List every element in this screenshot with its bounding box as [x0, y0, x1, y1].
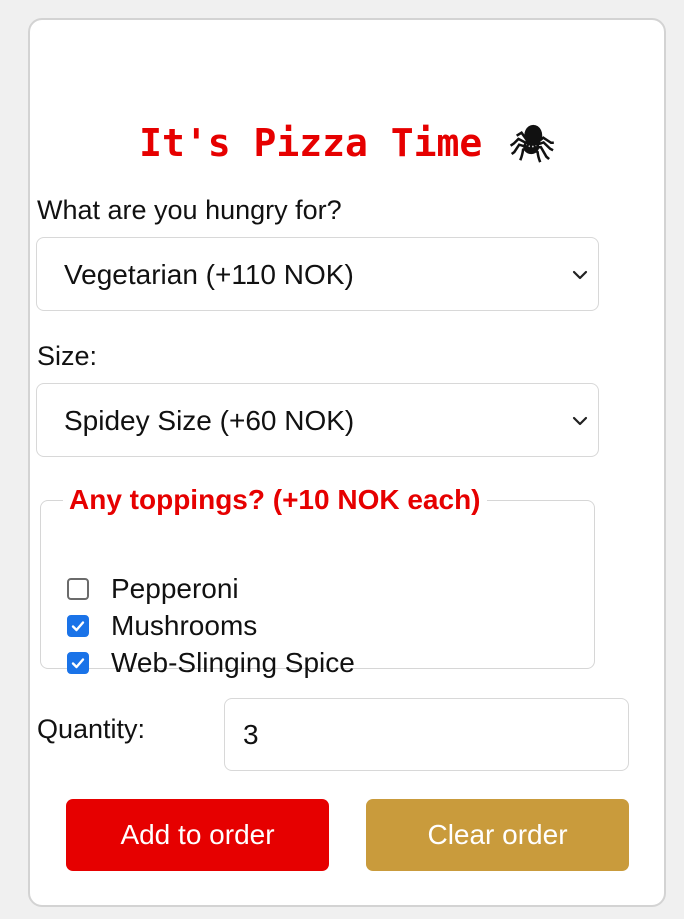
topping-label: Web-Slinging Spice	[111, 647, 355, 678]
chevron-down-icon	[572, 416, 588, 426]
page-title-text: It's Pizza Time	[139, 121, 483, 165]
toppings-legend: Any toppings? (+10 NOK each)	[69, 484, 481, 515]
clear-order-button[interactable]: Clear order	[366, 799, 629, 871]
pizza-type-select[interactable]: Vegetarian (+110 NOK)	[36, 237, 599, 311]
topping-label: Pepperoni	[111, 573, 239, 604]
quantity-input[interactable]: 3	[224, 698, 629, 771]
chevron-down-icon	[572, 270, 588, 280]
topping-mushrooms[interactable]: Mushrooms	[67, 610, 257, 642]
topping-pepperoni[interactable]: Pepperoni	[67, 573, 239, 605]
size-select[interactable]: Spidey Size (+60 NOK)	[36, 383, 599, 457]
size-selected-value: Spidey Size (+60 NOK)	[64, 405, 355, 436]
quantity-label: Quantity:	[37, 714, 146, 744]
order-card: It's Pizza Time 🕷	[28, 18, 666, 907]
size-label: Size:	[37, 341, 98, 371]
pepperoni-checkbox[interactable]	[67, 578, 89, 600]
quantity-value: 3	[243, 719, 259, 750]
web-slinging-spice-checkbox[interactable]	[67, 652, 89, 674]
page-title: It's Pizza Time 🕷	[30, 118, 664, 170]
toppings-fieldset: Any toppings? (+10 NOK each) Pepperoni M…	[40, 482, 595, 678]
topping-web-slinging-spice[interactable]: Web-Slinging Spice	[67, 647, 355, 679]
spider-icon: 🕷	[509, 124, 555, 165]
checkmark-icon	[71, 658, 85, 669]
add-to-order-button[interactable]: Add to order	[66, 799, 329, 871]
mushrooms-checkbox[interactable]	[67, 615, 89, 637]
pizza-type-selected-value: Vegetarian (+110 NOK)	[64, 259, 354, 290]
pizza-type-label: What are you hungry for?	[37, 195, 342, 225]
topping-label: Mushrooms	[111, 610, 258, 641]
checkmark-icon	[71, 621, 85, 632]
